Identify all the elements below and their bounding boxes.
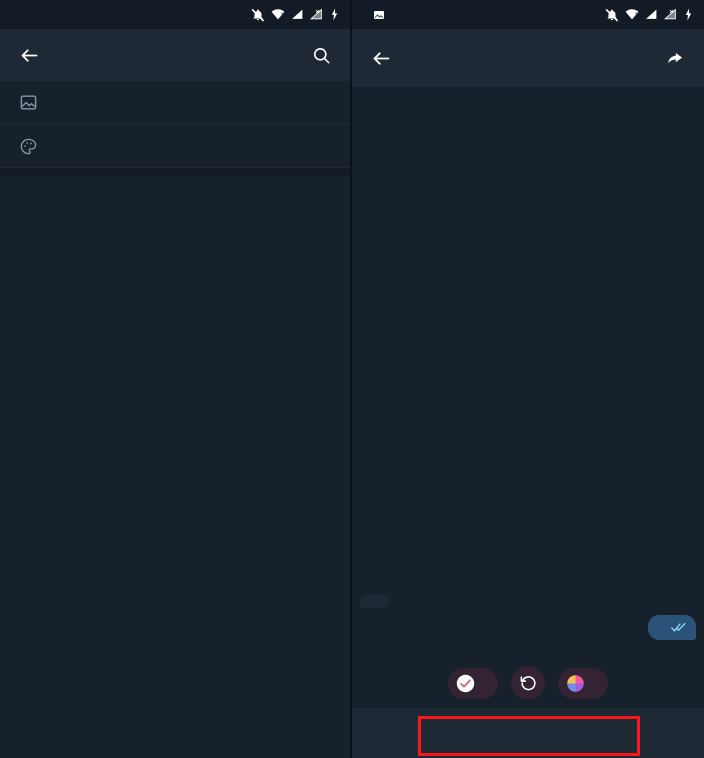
screenshot-root [0,0,704,758]
signal-off-icon [310,8,322,20]
colors-button[interactable] [558,667,608,699]
search-button[interactable] [306,40,336,70]
right-appbar [352,29,704,87]
status-icons-right [605,8,694,22]
flash-icon [331,8,338,21]
message-bubble-incoming [360,594,389,608]
rotate-button[interactable] [511,666,545,700]
check-circle-icon [456,674,475,693]
bell-muted-icon [251,8,265,21]
message-bubble-outgoing [648,615,696,640]
right-title-group [412,57,660,59]
menu-item-set-a-color[interactable] [0,124,350,167]
menu-item-select-from-gallery[interactable] [0,81,350,124]
signal-off-icon [664,8,676,20]
wallpaper-grid [0,175,350,185]
status-bar-left [0,0,350,29]
back-button[interactable] [14,40,44,70]
bell-muted-icon [605,8,619,21]
sample-chat-bubbles [352,594,704,640]
message-row-outgoing [360,615,696,640]
arrow-left-icon [373,51,389,65]
back-button[interactable] [366,43,396,73]
share-icon [667,53,683,64]
share-button[interactable] [660,43,690,73]
left-appbar [0,29,350,81]
pattern-button[interactable] [448,667,498,699]
arrow-left-icon [21,48,37,62]
wifi-icon [625,8,639,19]
chat-background-panel [0,0,352,758]
bottom-action-bar [352,708,704,758]
double-check-icon [671,622,686,633]
section-divider [0,167,350,175]
signal-bars-icon [292,9,303,19]
wallpaper-gradient [352,87,704,758]
color-wheel-icon [566,674,585,693]
image-icon [373,9,385,21]
message-row-incoming [360,594,696,608]
background-source-menu [0,81,350,167]
status-icons-left [251,8,340,22]
image-icon [14,93,42,112]
palette-icon [14,137,42,156]
wallpaper-preview[interactable] [352,87,704,758]
wifi-icon [271,8,285,19]
flash-icon [685,8,692,21]
signal-bars-icon [646,9,657,19]
background-preview-panel [352,0,704,758]
preview-controls [352,666,704,700]
search-icon [313,47,329,63]
status-bar-right [352,0,704,29]
wallpaper-doodle-pattern [352,87,704,758]
rotate-ccw-icon [519,674,538,693]
